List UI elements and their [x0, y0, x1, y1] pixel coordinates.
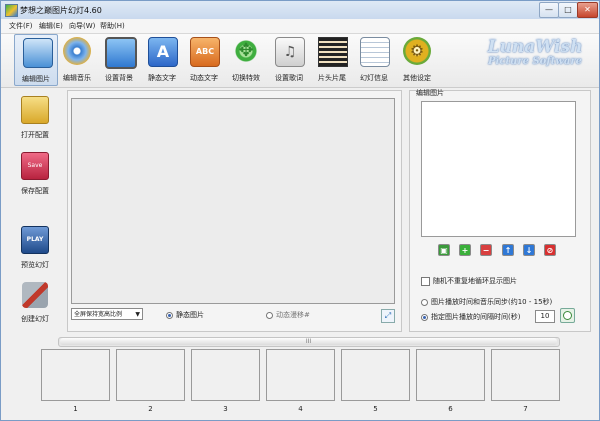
thumbnail-number: 5 [373, 405, 378, 413]
thumbnail-slot[interactable] [341, 349, 410, 401]
clear-icon: ⊘ [546, 246, 554, 255]
sync-music-radio[interactable]: 图片播放时间和音乐同步(约10 - 15秒) [421, 297, 552, 307]
radio-dot [421, 298, 428, 306]
minimize-button[interactable]: — [539, 2, 559, 18]
play-clapper-icon: PLAY [21, 226, 49, 254]
toolbar-set-background[interactable]: 设置背景 [97, 34, 141, 86]
fit-image-button[interactable]: ▣ [438, 244, 450, 256]
toolbar-edit-image[interactable]: 编辑图片 [14, 34, 58, 86]
thumbnail-number: 6 [448, 405, 453, 413]
add-icon: + [461, 246, 469, 255]
remove-image-button[interactable]: − [480, 244, 492, 256]
clock-icon [563, 311, 572, 320]
clear-list-button[interactable]: ⊘ [544, 244, 556, 256]
scale-mode-select[interactable]: 全屏保持宽高比例 ▼ [71, 308, 143, 320]
fullscreen-expand-button[interactable]: ⤢ [381, 309, 395, 323]
thumbnail-slot[interactable] [41, 349, 110, 401]
thumbnail-number: 7 [523, 405, 528, 413]
app-logo-icon [5, 4, 18, 17]
static-image-radio[interactable]: 静态图片 [166, 310, 204, 320]
interval-seconds-input[interactable]: 10 [535, 310, 555, 323]
menu-help[interactable]: 帮助(H) [100, 21, 125, 31]
menu-bar: 文件(F) 编辑(E) 向导(W) 帮助(H) [1, 19, 599, 34]
checkbox-box [421, 276, 430, 286]
thumbnail-slot[interactable] [266, 349, 335, 401]
create-slideshow-button[interactable]: 创建幻灯 [13, 282, 57, 324]
film-strip-icon [318, 37, 348, 67]
save-disk-icon: Save [21, 152, 49, 180]
toolbar-set-lyrics[interactable]: ♫ 设置歌词 [267, 34, 311, 86]
move-up-button[interactable]: ↑ [502, 244, 514, 256]
preview-panel: 全屏保持宽高比例 ▼ 静态图片 动态漫移# ⤢ [67, 90, 402, 332]
save-config-button[interactable]: Save 保存配置 [13, 152, 57, 196]
image-preview-area [71, 98, 395, 304]
lyrics-note-icon: ♫ [275, 37, 305, 67]
radio-dot [421, 313, 428, 321]
window-title: 梦想之巅图片幻灯4.60 [20, 6, 102, 15]
move-up-icon: ↑ [504, 246, 512, 255]
open-config-button[interactable]: 打开配置 [13, 96, 57, 140]
panel-title: 编辑图片 [416, 89, 444, 97]
toolbar-other-settings[interactable]: ⚙ 其他设定 [395, 34, 439, 86]
menu-edit[interactable]: 编辑(E) [39, 21, 63, 31]
toolbar-static-text[interactable]: A 静态文字 [140, 34, 184, 86]
static-text-icon: A [148, 37, 178, 67]
maximize-button[interactable]: □ [558, 2, 578, 18]
interval-time-radio[interactable]: 指定图片播放的间隔时间(秒) [421, 312, 520, 322]
expand-icon: ⤢ [384, 311, 392, 320]
toolbar-animated-text[interactable]: ABC 动态文字 [182, 34, 226, 86]
thumbnail-strip [38, 349, 564, 403]
move-down-button[interactable]: ↓ [523, 244, 535, 256]
thumbnail-number: 4 [298, 405, 303, 413]
animated-text-icon: ABC [190, 37, 220, 67]
edit-image-icon [23, 38, 53, 68]
thumbnail-number: 2 [148, 405, 153, 413]
preview-slideshow-button[interactable]: PLAY 预览幻灯 [13, 226, 57, 270]
brand-logo: LunaWish Picture Software [487, 37, 583, 67]
fit-icon: ▣ [440, 246, 448, 255]
chevron-down-icon: ▼ [135, 311, 140, 318]
image-list-panel: 编辑图片 ▣ + − ↑ ↓ ⊘ 随机不重复地循环显示图片 图片播放时间和音乐同… [409, 89, 591, 332]
app-window: 梦想之巅图片幻灯4.60 — □ ✕ 文件(F) 编辑(E) 向导(W) 帮助(… [0, 0, 600, 421]
open-folder-icon [21, 96, 49, 124]
radio-dot [166, 311, 173, 319]
toolbar-edit-music[interactable]: 编辑音乐 [55, 34, 99, 86]
title-bar: 梦想之巅图片幻灯4.60 — □ ✕ [1, 1, 599, 20]
menu-wizard[interactable]: 向导(W) [69, 21, 95, 31]
add-image-button[interactable]: + [459, 244, 471, 256]
image-list[interactable] [421, 101, 576, 237]
thumbnail-slot[interactable] [116, 349, 185, 401]
monitor-background-icon [105, 37, 137, 69]
left-action-bar: 打开配置 Save 保存配置 PLAY 预览幻灯 创建幻灯 [1, 88, 67, 333]
thumbnail-number: 1 [73, 405, 78, 413]
pan-motion-radio[interactable]: 动态漫移# [266, 310, 310, 320]
random-order-checkbox[interactable]: 随机不重复地循环显示图片 [421, 276, 517, 286]
scroll-thumb[interactable]: III [60, 338, 557, 345]
thumbnail-number: 3 [223, 405, 228, 413]
info-notepad-icon [360, 37, 390, 67]
main-toolbar: 编辑图片 编辑音乐 设置背景 A 静态文字 ABC 动态文字 ✥ 切换特效 ♫ … [1, 34, 599, 88]
toolbar-transition-effect[interactable]: ✥ 切换特效 [224, 34, 268, 86]
toolbar-slideshow-info[interactable]: 幻灯信息 [352, 34, 396, 86]
thumbnail-scrollbar[interactable]: III [58, 337, 560, 347]
tools-icon [22, 282, 48, 308]
thumbnail-slot[interactable] [416, 349, 485, 401]
thumbnail-slot[interactable] [491, 349, 560, 401]
gears-icon: ⚙ [403, 37, 431, 65]
close-button[interactable]: ✕ [577, 2, 598, 18]
timer-button[interactable] [560, 308, 575, 323]
toolbar-opening-ending[interactable]: 片头片尾 [310, 34, 354, 86]
music-disc-icon [63, 37, 91, 65]
thumbnail-slot[interactable] [191, 349, 260, 401]
menu-file[interactable]: 文件(F) [9, 21, 33, 31]
transition-arrows-icon: ✥ [232, 37, 260, 65]
remove-icon: − [482, 246, 490, 255]
radio-dot [266, 311, 273, 319]
move-down-icon: ↓ [525, 246, 533, 255]
